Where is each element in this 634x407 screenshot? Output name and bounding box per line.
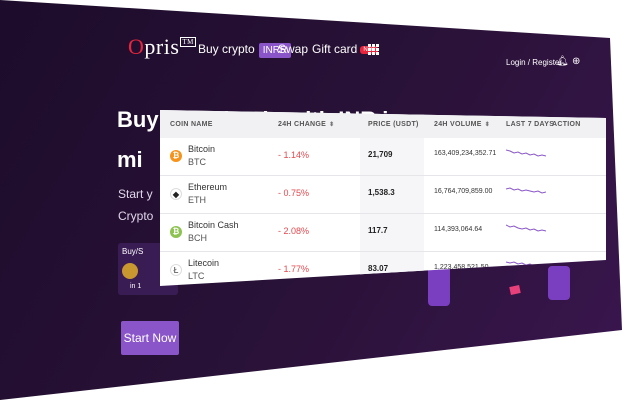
promo-line2: in 1 — [130, 283, 142, 290]
coin-change: - 2.08% — [278, 226, 310, 236]
top-nav: OprisTM Buy cryptoINRR Swap Gift cardNew… — [128, 32, 608, 67]
header-24h-change-label: 24H CHANGE — [278, 121, 327, 128]
coin-price: 83.07 — [368, 264, 389, 273]
header-action: ACTION — [552, 121, 581, 128]
header-24h-volume[interactable]: 24H VOLUME ⬍ — [434, 121, 490, 128]
globe-icon[interactable]: ⊕ — [572, 56, 580, 67]
header-24h-change[interactable]: 24H CHANGE ⬍ — [278, 121, 334, 128]
coin-symbol: ETH — [188, 195, 206, 205]
sort-icon[interactable]: ⬍ — [329, 122, 334, 128]
coin-volume: 163,409,234,352.71 — [434, 150, 497, 157]
apps-grid-icon[interactable] — [368, 44, 382, 56]
header-24h-volume-label: 24H VOLUME — [434, 121, 482, 128]
coin-price: 21,709 — [368, 150, 393, 159]
coin-symbol: BCH — [188, 233, 208, 243]
sparkline-chart — [506, 187, 546, 194]
coin-price: 1,538.3 — [368, 188, 395, 197]
opris-logo[interactable]: Opris TM — [128, 34, 196, 60]
ethereum-icon: ◆ — [170, 188, 182, 200]
table-row[interactable]: ◆ Ethereum ETH - 0.75% 1,538.3 16,764,70… — [160, 176, 606, 214]
sparkline-chart — [506, 149, 546, 157]
header-last-7-days: LAST 7 DAYS — [506, 121, 555, 128]
nav-gift-card-label: Gift card — [312, 42, 358, 56]
coin-symbol: LTC — [188, 271, 205, 281]
litecoin-icon: Ł — [170, 264, 182, 276]
sort-icon[interactable]: ⬍ — [485, 122, 490, 128]
start-now-button[interactable]: Start Now — [121, 321, 179, 355]
coin-name: Ethereum — [188, 182, 228, 192]
login-register-link[interactable]: Login / Register — [506, 58, 562, 67]
bitcoin-cash-icon: ₿ — [170, 226, 182, 238]
phone-illustration — [548, 266, 570, 300]
coin-change: - 1.14% — [278, 150, 310, 160]
card-illustration — [509, 285, 521, 295]
header-coin-name: COIN NAME — [170, 121, 213, 128]
coin-name: Bitcoin — [188, 144, 216, 154]
sparkline-chart — [506, 224, 546, 232]
coin-volume: 114,393,064.64 — [434, 226, 483, 233]
nav-swap[interactable]: Swap — [278, 42, 308, 56]
header-price: PRICE (USDT) — [368, 121, 419, 128]
phone-illustration — [428, 266, 450, 306]
coin-icon — [122, 263, 138, 279]
coin-change: - 1.77% — [278, 264, 310, 274]
table-row[interactable]: ₿ Bitcoin BTC - 1.14% 21,709 163,409,234… — [160, 138, 606, 176]
nav-buy-crypto-label: Buy crypto — [198, 42, 255, 56]
table-row[interactable]: ₿ Bitcoin Cash BCH - 2.08% 117.7 114,393… — [160, 214, 606, 252]
coin-change: - 0.75% — [278, 188, 310, 198]
bell-icon[interactable]: 🔔︎ — [556, 56, 569, 67]
coin-price: 117.7 — [368, 226, 388, 235]
coin-name: Bitcoin Cash — [188, 220, 239, 230]
market-table-panel: COIN NAME 24H CHANGE ⬍ PRICE (USDT) 24H V… — [160, 110, 606, 286]
coin-name: Litecoin — [188, 258, 220, 268]
bitcoin-icon: ₿ — [170, 150, 182, 162]
coin-symbol: BTC — [188, 157, 206, 167]
coin-volume: 16,764,709,859.00 — [434, 188, 493, 195]
